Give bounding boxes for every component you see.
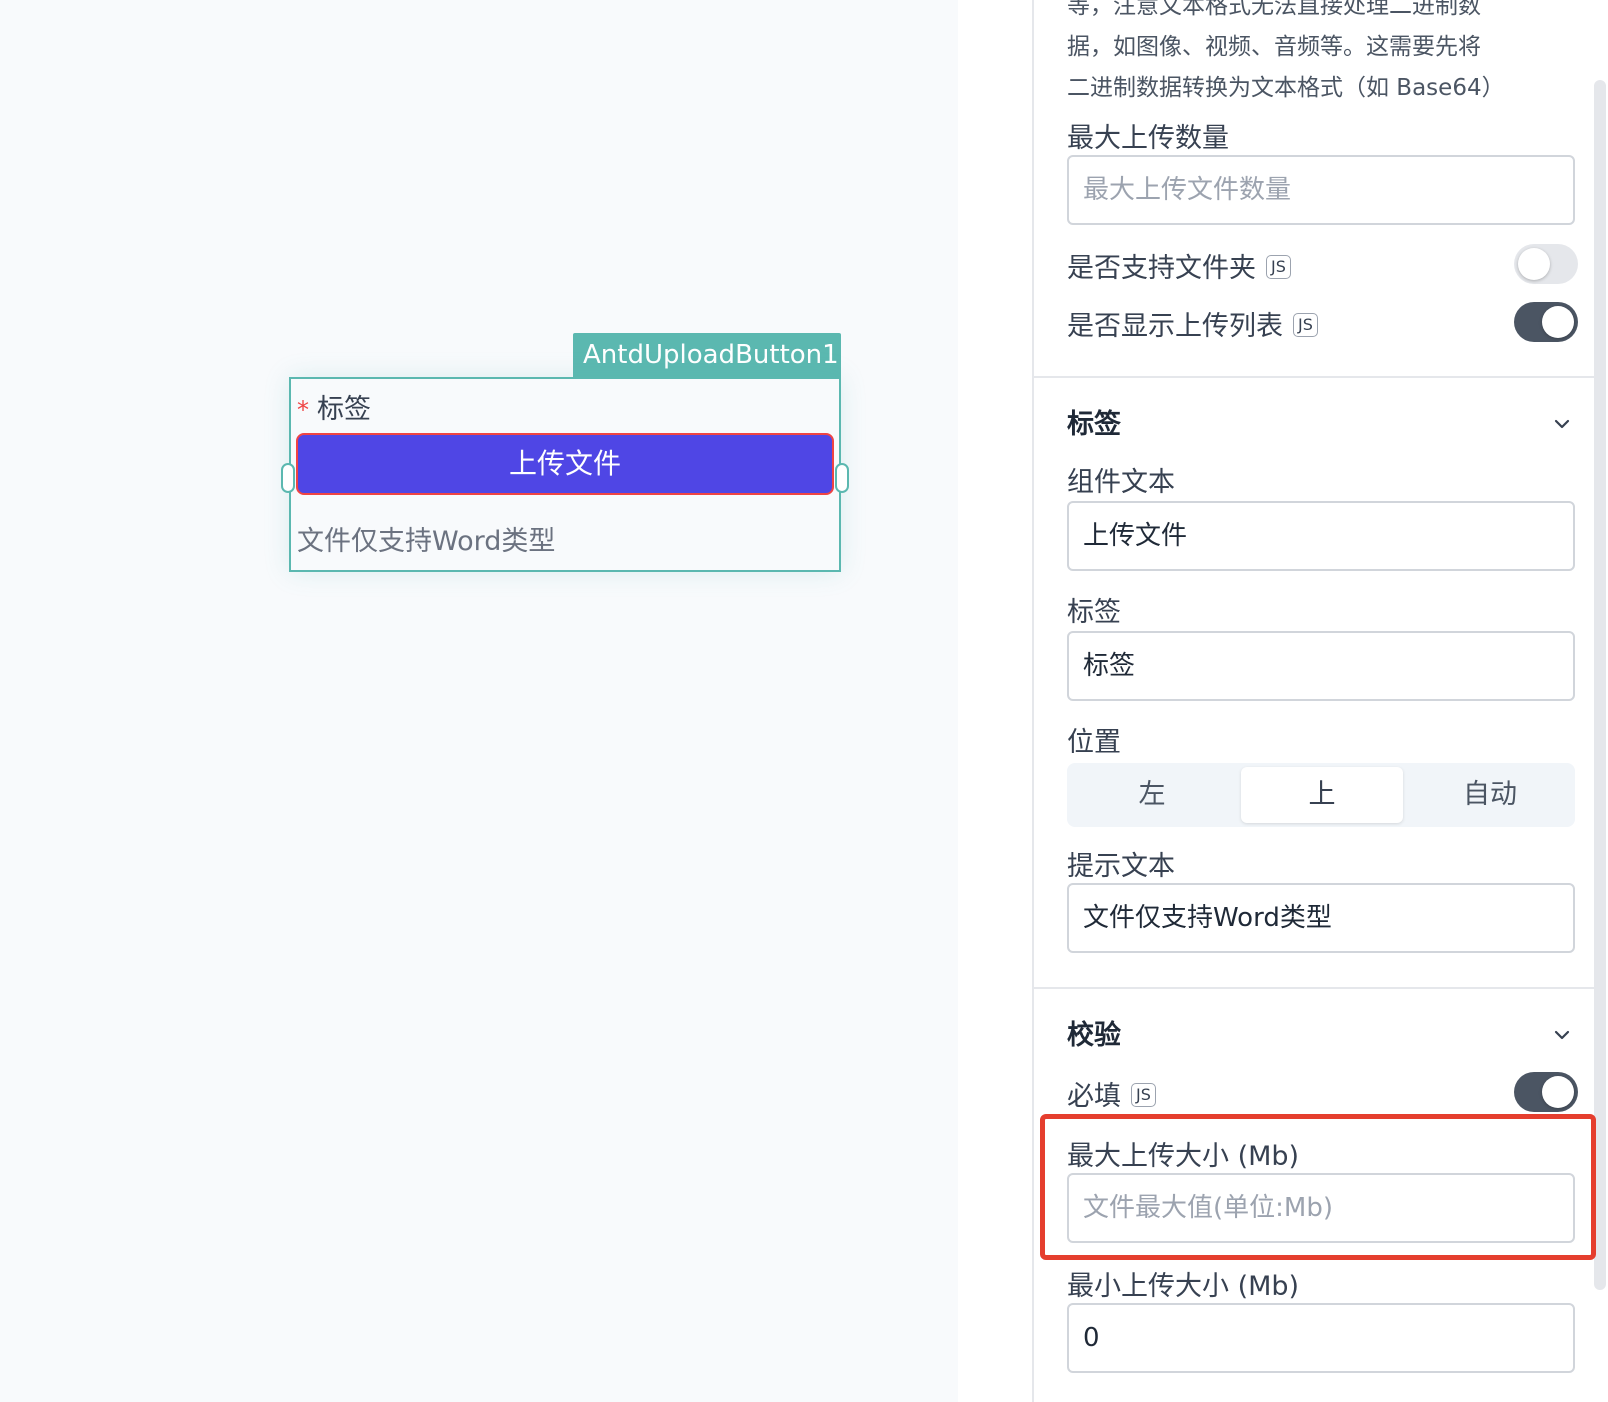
required-label: 必填 JS (1067, 1074, 1156, 1113)
hint-text-input[interactable]: 文件仅支持Word类型 (1067, 883, 1575, 953)
folder-support-label-text: 是否支持文件夹 (1067, 253, 1256, 284)
max-count-input[interactable]: 最大上传文件数量 (1067, 155, 1575, 225)
description-line: 等，注意文本格式无法直接处理二进制数 (1067, 0, 1481, 19)
toggle-knob (1542, 306, 1574, 338)
description-line: 二进制数据转换为文本格式（如 Base64） (1067, 75, 1505, 101)
section-divider (1034, 376, 1594, 378)
position-option-auto[interactable]: 自动 (1409, 767, 1571, 823)
js-badge[interactable]: JS (1131, 1082, 1156, 1107)
chevron-down-icon[interactable] (1552, 1025, 1572, 1045)
folder-support-label: 是否支持文件夹 JS (1067, 246, 1291, 285)
panel-scrollbar[interactable] (1594, 80, 1606, 1290)
design-canvas[interactable]: AntdUploadButton1 * 标签 上传文件 文件仅支持Word类型 (0, 0, 958, 1402)
upload-file-button[interactable]: 上传文件 (296, 433, 834, 495)
component-label: * 标签 (297, 387, 371, 426)
required-label-text: 必填 (1067, 1081, 1121, 1112)
label-input[interactable]: 标签 (1067, 631, 1575, 701)
component-label-text: 标签 (317, 394, 371, 425)
component-hint-text: 文件仅支持Word类型 (297, 526, 556, 557)
properties-panel: 等，注意文本格式无法直接处理二进制数 据，如图像、视频、音频等。这需要先将 二进… (1034, 0, 1608, 1402)
position-option-left[interactable]: 左 (1071, 767, 1233, 823)
show-list-label: 是否显示上传列表 JS (1067, 304, 1318, 343)
position-option-top[interactable]: 上 (1241, 767, 1403, 823)
component-name-tag[interactable]: AntdUploadButton1 (573, 333, 841, 377)
show-list-label-text: 是否显示上传列表 (1067, 311, 1283, 342)
min-size-label: 最小上传大小 (Mb) (1067, 1271, 1300, 1302)
component-text-input[interactable]: 上传文件 (1067, 501, 1575, 571)
panel-gutter (958, 0, 1032, 1402)
component-text-label: 组件文本 (1067, 467, 1175, 498)
show-list-toggle[interactable] (1514, 302, 1578, 342)
toggle-knob (1542, 1076, 1574, 1108)
resize-handle-left[interactable] (281, 463, 295, 493)
label-section-title[interactable]: 标签 (1067, 402, 1121, 441)
required-toggle[interactable] (1514, 1072, 1578, 1112)
max-size-input[interactable]: 文件最大值(单位:Mb) (1067, 1173, 1575, 1243)
js-badge[interactable]: JS (1293, 312, 1318, 337)
label-field-label: 标签 (1067, 597, 1121, 628)
max-count-label: 最大上传数量 (1067, 123, 1229, 154)
section-divider (1034, 987, 1594, 989)
validation-section-title[interactable]: 校验 (1067, 1013, 1121, 1052)
upload-component-frame[interactable]: * 标签 上传文件 文件仅支持Word类型 (281, 377, 849, 572)
js-badge[interactable]: JS (1266, 254, 1291, 279)
position-label: 位置 (1067, 727, 1121, 758)
chevron-down-icon[interactable] (1552, 414, 1572, 434)
description-line: 据，如图像、视频、音频等。这需要先将 (1067, 34, 1481, 60)
max-size-label: 最大上传大小 (Mb) (1067, 1141, 1300, 1172)
required-mark: * (297, 396, 309, 424)
position-segmented-control: 左 上 自动 (1067, 763, 1575, 827)
description-text: 等，注意文本格式无法直接处理二进制数 据，如图像、视频、音频等。这需要先将 二进… (1067, 0, 1547, 109)
toggle-knob (1518, 248, 1550, 280)
min-size-input[interactable]: 0 (1067, 1303, 1575, 1373)
resize-handle-right[interactable] (835, 463, 849, 493)
folder-support-toggle[interactable] (1514, 244, 1578, 284)
hint-text-label: 提示文本 (1067, 851, 1175, 882)
